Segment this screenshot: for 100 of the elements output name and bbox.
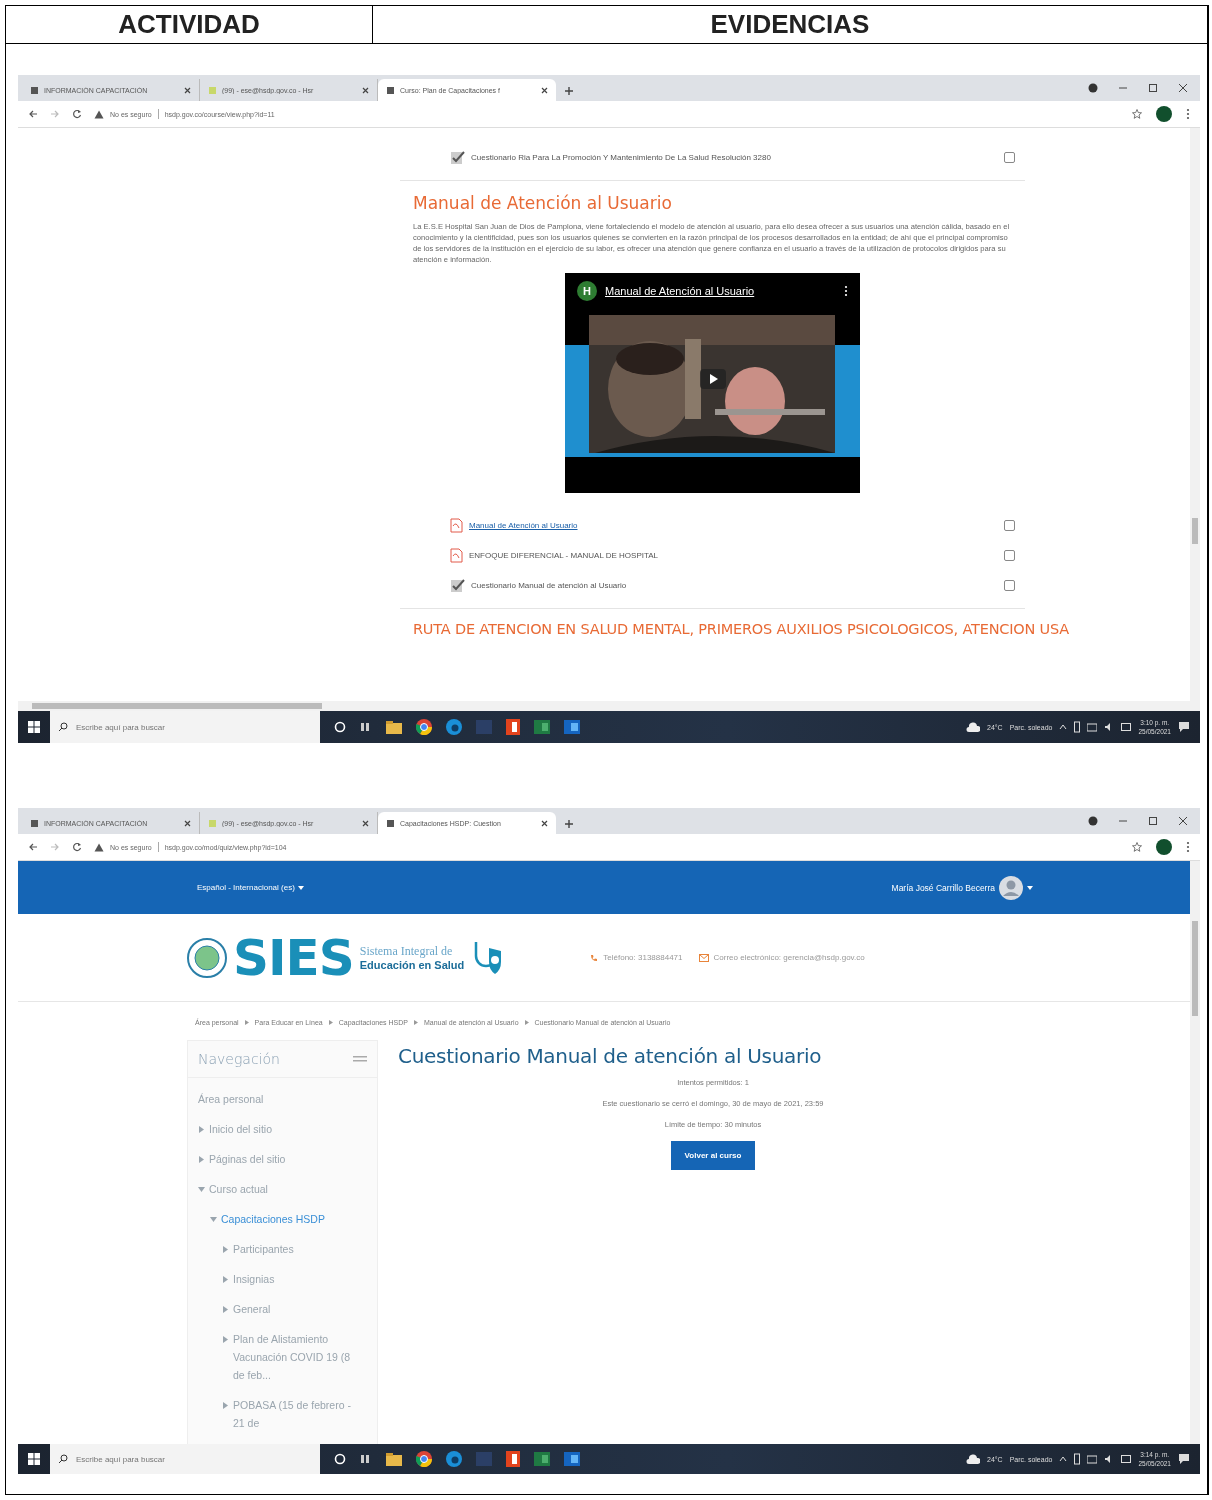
folder-icon[interactable]	[386, 1452, 402, 1466]
separator-icon	[244, 1020, 249, 1025]
separator-icon	[413, 1020, 418, 1025]
activity-link[interactable]: Manual de Atención al Usuario	[469, 520, 998, 530]
section-title: RUTA DE ATENCION EN SALUD MENTAL, PRIMEROS AUXILIOS PSICOLOGICOS, ATENCION USA	[413, 621, 1069, 637]
mail-icon[interactable]	[564, 1452, 580, 1466]
warning-icon	[94, 842, 104, 852]
search-field[interactable]: Escribe aquí para buscar	[50, 711, 320, 743]
document-icon	[450, 517, 463, 533]
back-button[interactable]: Volver al curso	[670, 1141, 756, 1170]
plus-icon[interactable]	[564, 86, 574, 96]
scrollbar[interactable]	[1190, 128, 1200, 701]
task-view-icon[interactable]	[360, 721, 372, 733]
keyboard-icon[interactable]	[1121, 723, 1132, 731]
email-address: Correo electrónico: gerencia@hsdp.gov.co	[713, 953, 865, 962]
page-icon	[30, 818, 39, 828]
email-icon	[698, 953, 709, 962]
close-icon[interactable]	[184, 86, 191, 94]
page-title: Cuestionario Manual de atención al Usuario	[398, 1044, 822, 1068]
office-icon[interactable]	[506, 719, 520, 735]
windows-icon[interactable]	[28, 721, 40, 733]
scrollbar[interactable]	[18, 701, 1200, 711]
back-icon[interactable]	[28, 842, 38, 852]
warning-icon	[94, 109, 104, 119]
close-icon[interactable]	[1178, 816, 1188, 826]
activity-title[interactable]: Cuestionario Ria Para La Promoción Y Mantenimiento De La Salud Resolución 3280	[471, 152, 998, 162]
completion-checkbox[interactable]	[1004, 519, 1015, 531]
completion-checkbox[interactable]	[1004, 549, 1015, 561]
chrome-icon[interactable]	[416, 1451, 432, 1467]
video-title[interactable]: Manual de Atención al Usuario	[605, 285, 836, 297]
page-icon	[386, 818, 395, 828]
cloud-icon	[966, 721, 980, 733]
chrome-icon[interactable]	[416, 719, 432, 735]
windows-icon[interactable]	[28, 1453, 40, 1465]
close-icon[interactable]	[541, 86, 548, 94]
reload-icon[interactable]	[72, 842, 82, 852]
reload-icon[interactable]	[72, 109, 82, 119]
network-icon[interactable]	[1087, 1454, 1098, 1464]
user-name[interactable]: María José Carrillo Becerra	[891, 882, 995, 893]
star-icon[interactable]	[1132, 109, 1142, 119]
block-title: Navegación	[198, 1051, 280, 1067]
completion-checkbox[interactable]	[1004, 579, 1015, 591]
search-icon	[58, 722, 68, 732]
section-title: Manual de Atención al Usuario	[413, 193, 673, 213]
seal-icon	[187, 937, 227, 978]
close-icon[interactable]	[362, 86, 369, 94]
play-icon[interactable]	[700, 369, 726, 389]
star-icon[interactable]	[1132, 842, 1142, 852]
more-icon[interactable]	[844, 285, 848, 297]
edge-icon[interactable]	[446, 1451, 462, 1467]
caret-icon	[297, 885, 304, 890]
document-icon	[450, 547, 463, 563]
close-icon[interactable]	[541, 819, 548, 827]
avatar-icon[interactable]	[999, 875, 1023, 900]
maximize-icon[interactable]	[1148, 816, 1158, 826]
battery-icon[interactable]	[1074, 721, 1081, 733]
notification-icon[interactable]	[1178, 721, 1190, 733]
page-icon	[208, 85, 217, 95]
activity-title[interactable]: ENFOQUE DIFERENCIAL - MANUAL DE HOSPITAL	[469, 550, 998, 560]
task-view-icon[interactable]	[360, 1453, 372, 1465]
folder-icon[interactable]	[386, 720, 402, 734]
phone-icon	[590, 953, 599, 962]
tree-item[interactable]: Capacitaciones HSDP	[221, 1210, 325, 1228]
logo-wordmark: SIES	[233, 928, 354, 987]
profile-icon[interactable]	[1156, 839, 1172, 855]
circle-icon[interactable]	[334, 721, 346, 733]
profile-icon[interactable]	[1156, 106, 1172, 122]
close-icon[interactable]	[362, 819, 369, 827]
network-icon[interactable]	[1087, 722, 1098, 732]
chevron-icon[interactable]	[1059, 723, 1068, 731]
close-icon[interactable]	[1178, 83, 1188, 93]
logo-tagline: Sistema Integral de	[359, 943, 454, 958]
caret-icon[interactable]	[1027, 885, 1033, 890]
page-icon	[208, 818, 217, 828]
extension-icon[interactable]	[1088, 816, 1098, 826]
checklist-icon	[450, 577, 465, 593]
office-icon[interactable]	[506, 1451, 520, 1467]
completion-checkbox[interactable]	[1004, 151, 1015, 163]
edge-icon[interactable]	[446, 719, 462, 735]
plus-icon[interactable]	[564, 819, 574, 829]
scrollbar[interactable]	[1190, 861, 1200, 1444]
logo-tagline: Educación en Salud	[359, 958, 465, 972]
cloud-icon	[966, 1453, 980, 1465]
battery-icon[interactable]	[1074, 1453, 1081, 1465]
search-icon	[58, 1454, 68, 1464]
extension-icon[interactable]	[1088, 83, 1098, 93]
circle-icon[interactable]	[334, 1453, 346, 1465]
language-menu[interactable]: Español - Internacional (es)	[197, 883, 304, 892]
phone-number: Teléfono: 3138884471	[603, 953, 683, 962]
mail-icon[interactable]	[564, 720, 580, 734]
keyboard-icon[interactable]	[1121, 1455, 1132, 1463]
close-icon[interactable]	[184, 819, 191, 827]
search-field[interactable]: Escribe aquí para buscar	[50, 1444, 320, 1474]
back-icon[interactable]	[28, 109, 38, 119]
chevron-icon[interactable]	[1059, 1455, 1068, 1463]
activity-title[interactable]: Cuestionario Manual de atención al Usuario	[471, 580, 998, 590]
channel-avatar[interactable]: H	[577, 281, 597, 301]
page-icon	[386, 85, 395, 95]
notification-icon[interactable]	[1178, 1453, 1190, 1465]
maximize-icon[interactable]	[1148, 83, 1158, 93]
